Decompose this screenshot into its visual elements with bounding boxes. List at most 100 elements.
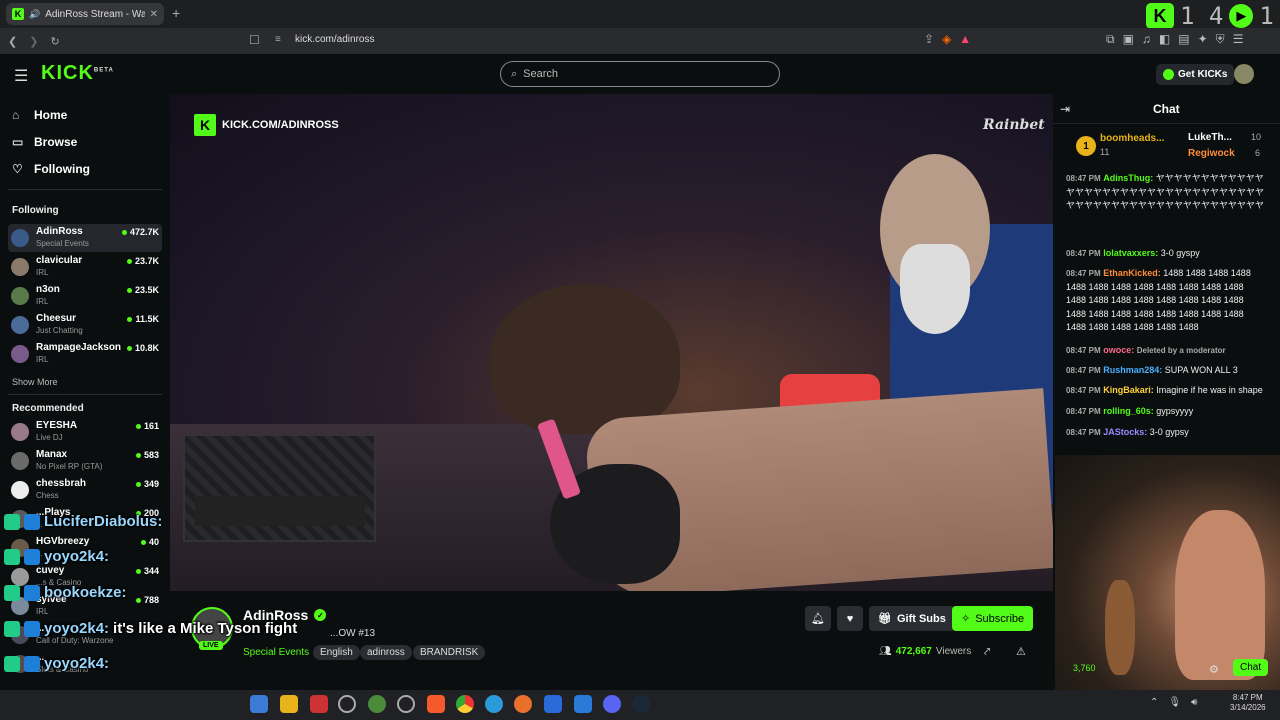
- bookmark-icon[interactable]: ☐: [249, 33, 260, 47]
- mic-icon[interactable]: 🎙︎: [1168, 697, 1181, 708]
- brave-icon[interactable]: [427, 695, 445, 713]
- chat-text: Deleted by a moderator: [1136, 346, 1226, 355]
- share-page-icon[interactable]: ⇪: [924, 32, 934, 46]
- share-icon[interactable]: ⤤: [984, 646, 990, 659]
- wallet2-icon[interactable]: ▤: [1178, 32, 1189, 47]
- chevron-up-icon[interactable]: ⌃: [1150, 697, 1158, 708]
- search-input[interactable]: ⌕ Search: [500, 61, 780, 87]
- channel-viewers-count: 161: [143, 421, 159, 431]
- forward-icon[interactable]: ❯: [29, 35, 38, 48]
- taskbar-app-icon[interactable]: [397, 695, 415, 713]
- subscribe-button[interactable]: ✧ Subscribe: [952, 606, 1034, 631]
- chat-username[interactable]: AdinsThug:: [1103, 173, 1153, 183]
- leo-icon[interactable]: ✦: [1198, 32, 1208, 47]
- steam-icon[interactable]: [632, 695, 650, 713]
- rewards-icon[interactable]: ▲: [959, 32, 971, 46]
- watermark-text: KICK.COM/ADINROSS: [222, 119, 339, 131]
- edge-icon[interactable]: [485, 695, 503, 713]
- sidebar-channel[interactable]: RampageJackson IRL 10.8K: [8, 340, 162, 368]
- sidebar-channel[interactable]: chessbrah Chess 349: [8, 476, 162, 504]
- vscode-icon[interactable]: [574, 695, 592, 713]
- folder-icon[interactable]: [280, 695, 298, 713]
- music-icon[interactable]: ♫: [1142, 32, 1151, 47]
- picture-in-picture-video: [183, 434, 376, 542]
- taskbar-app-icon[interactable]: [310, 695, 328, 713]
- firefox-icon[interactable]: [514, 695, 532, 713]
- hamburger-menu-icon[interactable]: ☰: [14, 66, 28, 86]
- taskbar-app-icon[interactable]: [250, 695, 268, 713]
- stream-category[interactable]: Special Events: [243, 647, 309, 658]
- tag-brandrisk[interactable]: BRANDRISK: [413, 645, 486, 660]
- sidebar-channel[interactable]: Cheesur Just Chatting 11.5K: [8, 311, 162, 339]
- channel-viewers-count: 23.5K: [134, 285, 159, 295]
- live-dot-icon: [135, 481, 141, 487]
- vpn-icon[interactable]: ⛨: [1216, 32, 1225, 47]
- chat-settings-icon[interactable]: ⚙: [1209, 663, 1219, 676]
- sidebar-channel[interactable]: EYESHA Live DJ 161: [8, 418, 162, 446]
- sidebar-channel[interactable]: AdinRoss Special Events 472.7K: [8, 224, 162, 252]
- volume-icon[interactable]: 🔊︎: [1191, 697, 1197, 708]
- collapse-chat-icon[interactable]: ⇥: [1060, 102, 1070, 116]
- notification-bell-button[interactable]: 🔔︎: [805, 606, 831, 631]
- chat-username[interactable]: Rushman284:: [1103, 365, 1162, 375]
- chat-text: 3-0 gyspy: [1160, 248, 1200, 258]
- brave-shield-icon[interactable]: ◈: [942, 32, 951, 46]
- badge-icon: [4, 548, 20, 565]
- taskbar-clock[interactable]: 8:47 PM 3/14/2026: [1230, 693, 1266, 713]
- play-icon: ▶: [1229, 4, 1254, 28]
- get-kicks-button[interactable]: Get KICKs: [1156, 64, 1235, 85]
- sidebar-channel[interactable]: clavicular IRL 23.7K: [8, 253, 162, 281]
- nav-following[interactable]: ♡ Following: [12, 162, 90, 176]
- back-icon[interactable]: ❮: [8, 35, 17, 48]
- new-tab-button[interactable]: +: [172, 5, 180, 21]
- site-info-icon[interactable]: ≡: [275, 34, 281, 45]
- url-field[interactable]: kick.com/adinross: [295, 34, 374, 45]
- taskbar-app-icon[interactable]: [338, 695, 356, 713]
- chat-username[interactable]: EthanKicked:: [1103, 268, 1161, 278]
- leaderboard-user-1[interactable]: boomheads...: [1100, 133, 1164, 144]
- channel-category: Just Chatting: [36, 326, 83, 335]
- browser-tab[interactable]: K 🔊 AdinRoss Stream - Watch Live ✕: [6, 3, 164, 25]
- chat-message: 08:47 PM rolling_60s: gypsyyyy: [1066, 405, 1266, 419]
- report-icon[interactable]: ⚠: [1016, 645, 1026, 658]
- discord-icon[interactable]: [603, 695, 621, 713]
- nav-home[interactable]: ⌂ Home: [12, 108, 67, 122]
- overlay-chat-line: bookoekze:: [4, 584, 131, 601]
- close-tab-icon[interactable]: ✕: [150, 9, 158, 20]
- show-more-button[interactable]: Show More: [12, 377, 58, 387]
- pip-background: [185, 436, 374, 540]
- gift-icon: 🎁︎: [878, 613, 892, 625]
- kick-logo[interactable]: KICKBETA: [41, 62, 114, 85]
- follow-button[interactable]: ♥: [837, 606, 863, 631]
- chat-username[interactable]: JAStocks:: [1103, 427, 1147, 437]
- nav-browse[interactable]: ▭ Browse: [12, 135, 77, 149]
- sidebar-toggle-icon[interactable]: ◧: [1159, 32, 1170, 47]
- taskbar-app-icon[interactable]: [368, 695, 386, 713]
- live-dot-icon: [135, 597, 141, 603]
- channel-category: IRL: [36, 607, 49, 616]
- sidebar-channel[interactable]: n3on IRL 23.5K: [8, 282, 162, 310]
- top-overlay: K 1 4 ▶ 1: [1146, 2, 1274, 30]
- gift-subs-button[interactable]: 🎁︎ Gift Subs: [869, 606, 955, 631]
- overlay-text: it's like a Mike Tyson fight: [113, 620, 298, 637]
- chrome-icon[interactable]: [456, 695, 474, 713]
- clock-date: 3/14/2026: [1230, 703, 1266, 712]
- reload-icon[interactable]: ↻: [50, 35, 59, 48]
- wallet-icon[interactable]: ▣: [1123, 32, 1134, 47]
- channel-category: Live DJ: [36, 433, 63, 442]
- menu-icon[interactable]: ☰: [1233, 32, 1244, 47]
- chat-username[interactable]: rolling_60s:: [1103, 406, 1154, 416]
- leaderboard-user-2[interactable]: LukeTh...: [1188, 132, 1232, 143]
- leaderboard-user-3[interactable]: Regiwock: [1188, 148, 1235, 159]
- user-avatar[interactable]: [1234, 64, 1254, 84]
- chat-username[interactable]: owoce:: [1103, 345, 1134, 355]
- tag-adinross[interactable]: adinross: [360, 645, 412, 660]
- tag-english[interactable]: English: [313, 645, 360, 660]
- send-chat-button[interactable]: Chat: [1233, 659, 1269, 676]
- chat-username[interactable]: lolatvaxxers:: [1103, 248, 1158, 258]
- channel-avatar: [11, 345, 29, 363]
- taskbar-app-icon[interactable]: [544, 695, 562, 713]
- extensions-icon[interactable]: ⧉: [1106, 32, 1115, 47]
- chat-username[interactable]: KingBakari:: [1103, 385, 1154, 395]
- sidebar-channel[interactable]: Manax No Pixel RP (GTA) 583: [8, 447, 162, 475]
